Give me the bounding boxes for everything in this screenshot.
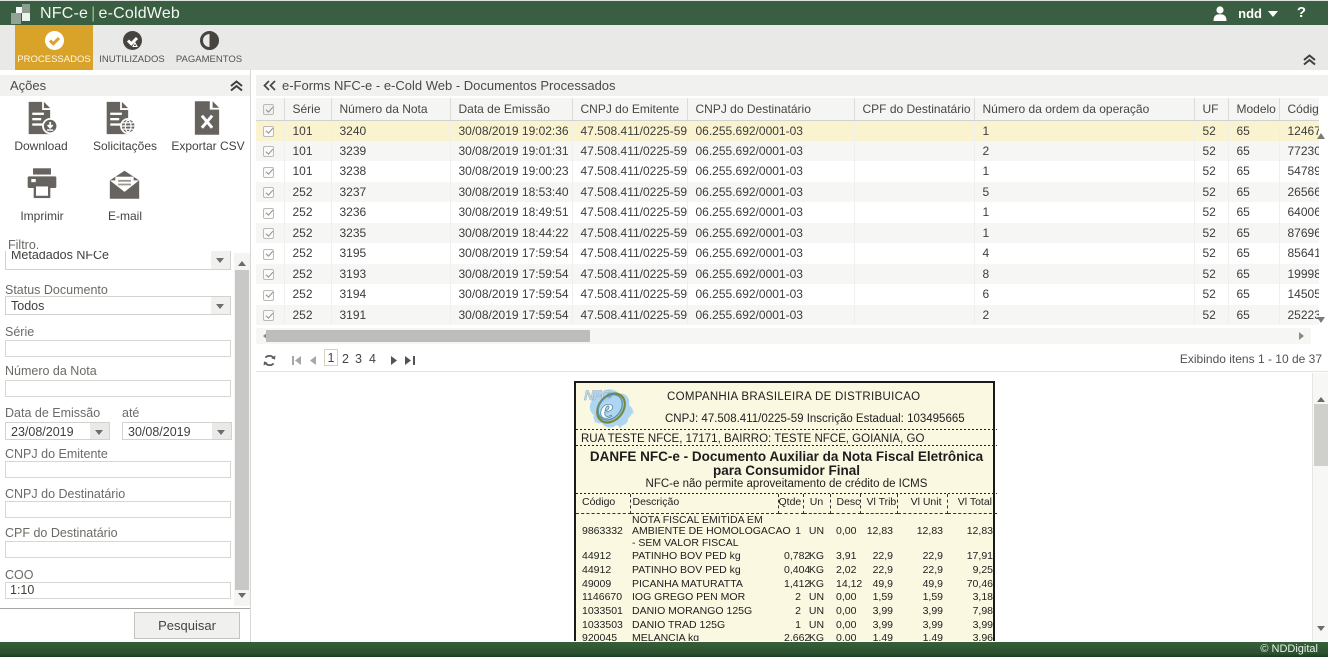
svg-text:©: © xyxy=(607,392,613,400)
